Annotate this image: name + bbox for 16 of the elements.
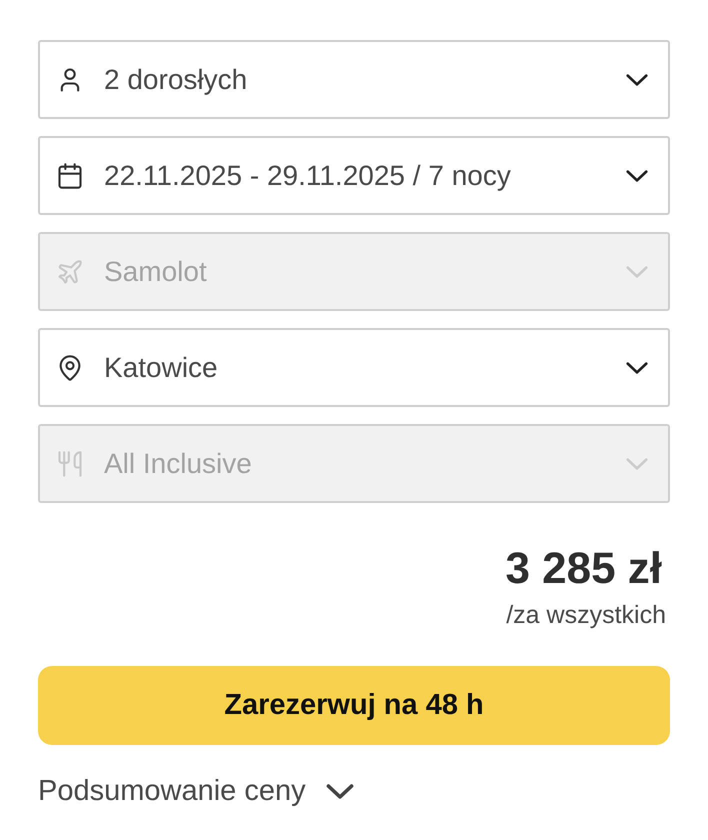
fork-knife-icon — [56, 450, 84, 478]
reserve-button[interactable]: Zarezerwuj na 48 h — [38, 666, 670, 745]
chevron-down-icon — [626, 74, 648, 86]
chevron-down-icon — [626, 458, 648, 470]
price-summary-toggle[interactable]: Podsumowanie ceny — [38, 773, 354, 809]
chevron-down-icon — [626, 266, 648, 278]
price-note: /za wszystkich — [506, 600, 666, 631]
calendar-icon — [56, 162, 84, 190]
chevron-down-icon — [326, 784, 354, 798]
chevron-down-icon — [626, 170, 648, 182]
price-amount: 3 285 zł — [505, 543, 662, 595]
chevron-down-icon — [626, 362, 648, 374]
plane-icon — [56, 258, 84, 286]
dropdown-field[interactable]: 22.11.2025 - 29.11.2025 / 7 nocy — [38, 136, 670, 215]
dropdown-field[interactable]: 2 dorosłych — [38, 40, 670, 119]
dropdown-field[interactable]: Katowice — [38, 328, 670, 407]
